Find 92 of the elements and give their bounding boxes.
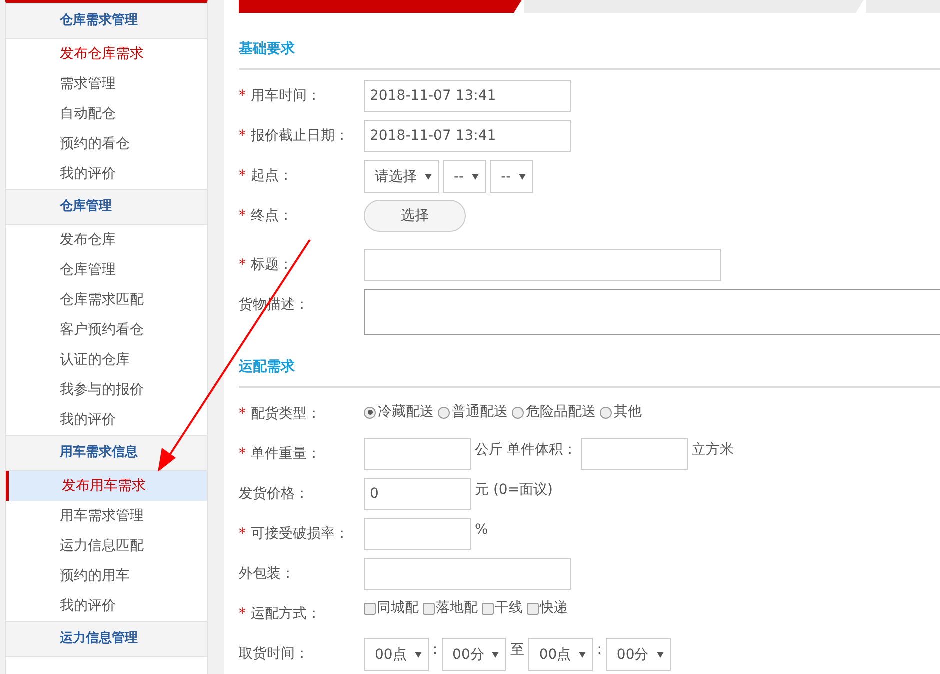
section-title: 运配需求 xyxy=(239,359,295,375)
required-mark: * xyxy=(239,256,246,275)
input-field[interactable] xyxy=(364,558,571,590)
required-mark: * xyxy=(239,167,246,186)
field-label: 可接受破损率： xyxy=(251,525,349,544)
unit-text: 至 xyxy=(510,641,524,660)
checkbox-option[interactable]: 快递 xyxy=(527,598,568,619)
unit-text: 公斤 xyxy=(475,441,503,460)
field-label: 标题： xyxy=(251,256,293,275)
caret-icon xyxy=(579,652,586,658)
radio-option[interactable]: 危险品配送 xyxy=(512,402,596,423)
checkbox-option[interactable]: 干线 xyxy=(482,598,523,619)
dropdown[interactable]: 00分 xyxy=(606,638,671,671)
dropdown[interactable]: -- xyxy=(443,160,486,193)
unit-text: 单件体积： xyxy=(507,441,577,460)
field-label: 发货价格： xyxy=(239,485,309,504)
checkbox-icon[interactable] xyxy=(423,602,435,614)
field-label: 取货时间： xyxy=(239,645,309,664)
dropdown[interactable]: 请选择 xyxy=(364,160,439,193)
sidebar-item[interactable]: 认证的仓库 xyxy=(6,345,207,375)
input-field[interactable] xyxy=(364,518,471,550)
checkbox-option[interactable]: 同城配 xyxy=(364,598,419,619)
sidebar-item[interactable]: 我的评价 xyxy=(6,159,207,189)
sidebar-item[interactable]: 客户预约看仓 xyxy=(6,315,207,345)
field-label: 外包装： xyxy=(239,565,295,584)
input-field[interactable]: 0 xyxy=(364,478,471,510)
radio-icon[interactable] xyxy=(364,406,376,418)
field-label: 起点： xyxy=(251,167,293,186)
caret-icon xyxy=(519,174,526,180)
required-mark: * xyxy=(239,605,246,624)
input-field[interactable] xyxy=(364,249,721,281)
checkbox-icon[interactable] xyxy=(527,602,539,614)
sidebar-item[interactable]: 我的评价 xyxy=(6,405,207,435)
sidebar-item[interactable]: 我的评价 xyxy=(6,591,207,621)
input-field[interactable] xyxy=(581,438,688,470)
unit-text: : xyxy=(432,641,438,660)
caret-icon xyxy=(425,174,432,180)
caret-icon xyxy=(472,174,480,180)
caret-icon xyxy=(414,652,422,658)
input-field[interactable]: 2018-11-07 13:41 xyxy=(364,80,571,112)
dropdown[interactable]: 00点 xyxy=(528,638,594,671)
dropdown[interactable]: -- xyxy=(490,160,534,193)
unit-text: 元 (0=面议) xyxy=(475,481,554,500)
input-field[interactable]: 2018-11-07 13:41 xyxy=(364,120,571,152)
sidebar-group-header[interactable]: 用车需求信息 xyxy=(6,435,207,471)
sidebar-item[interactable]: 预约的看仓 xyxy=(6,129,207,159)
required-mark: * xyxy=(239,207,246,226)
sidebar-item[interactable]: 发布仓库 xyxy=(6,225,207,255)
field-label: 报价截止日期： xyxy=(251,127,349,146)
sidebar-item[interactable]: 发布用车需求 xyxy=(6,471,207,501)
sidebar-item[interactable]: 我参与的报价 xyxy=(6,375,207,405)
field-label: 配货类型： xyxy=(251,405,321,424)
radio-icon[interactable] xyxy=(512,406,524,418)
field-label: 终点： xyxy=(251,207,293,226)
radio-option[interactable]: 冷藏配送 xyxy=(364,402,434,423)
checkbox-option[interactable]: 落地配 xyxy=(423,598,478,619)
radio-icon[interactable] xyxy=(438,406,450,418)
required-mark: * xyxy=(239,87,246,106)
required-mark: * xyxy=(239,445,246,464)
sidebar-item[interactable]: 需求管理 xyxy=(6,69,207,99)
select-button[interactable]: 选择 xyxy=(364,200,466,232)
unit-text: 立方米 xyxy=(692,441,734,460)
sidebar-group-header[interactable]: 仓库管理 xyxy=(6,189,207,225)
sidebar-item[interactable]: 用车需求管理 xyxy=(6,501,207,531)
caret-icon xyxy=(656,652,664,658)
section-title: 基础要求 xyxy=(239,41,295,57)
text-area[interactable] xyxy=(364,289,940,335)
dropdown[interactable]: 00分 xyxy=(442,638,506,671)
caret-icon xyxy=(492,652,500,658)
required-mark: * xyxy=(239,525,246,544)
required-mark: * xyxy=(239,127,246,146)
checkbox-icon[interactable] xyxy=(482,602,494,614)
sidebar-group-header[interactable]: 仓库需求管理 xyxy=(6,3,207,39)
radio-option[interactable]: 普通配送 xyxy=(438,402,508,423)
checkbox-icon[interactable] xyxy=(364,602,376,614)
input-field[interactable] xyxy=(364,438,471,470)
sidebar-item[interactable]: 仓库需求匹配 xyxy=(6,285,207,315)
required-mark: * xyxy=(239,405,246,424)
unit-text: % xyxy=(475,521,488,540)
radio-option[interactable]: 其他 xyxy=(600,402,642,423)
field-label: 用车时间： xyxy=(251,87,321,106)
unit-text: : xyxy=(597,641,602,660)
dropdown[interactable]: 00点 xyxy=(364,638,429,671)
sidebar-item[interactable]: 预约的用车 xyxy=(6,561,207,591)
sidebar-item[interactable]: 自动配仓 xyxy=(6,99,207,129)
sidebar-item[interactable]: 运力信息匹配 xyxy=(6,531,207,561)
sidebar-item[interactable]: 仓库管理 xyxy=(6,255,207,285)
field-label: 单件重量： xyxy=(251,445,321,464)
field-label: 运配方式： xyxy=(251,605,321,624)
sidebar-group-header[interactable]: 运力信息管理 xyxy=(6,621,207,657)
radio-icon[interactable] xyxy=(600,406,612,418)
sidebar-item[interactable]: 发布仓库需求 xyxy=(6,39,207,69)
